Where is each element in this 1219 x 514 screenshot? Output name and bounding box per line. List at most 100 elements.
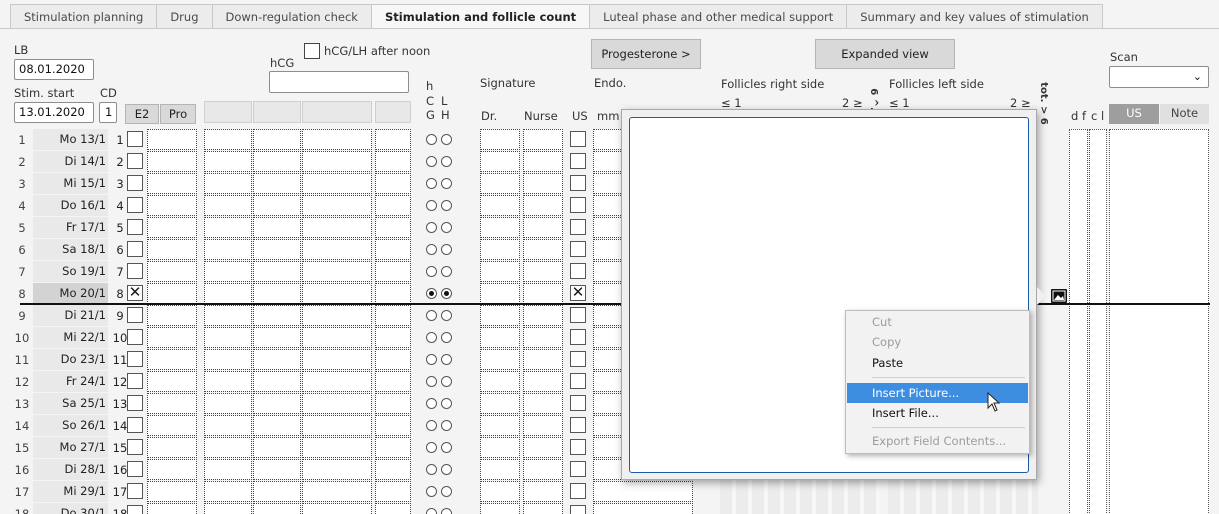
row-pro-cell[interactable] — [147, 481, 197, 502]
row-nurse-signature-cell[interactable] — [523, 415, 563, 436]
row-us-checkbox[interactable] — [570, 131, 586, 147]
row-e2-checkbox[interactable] — [127, 197, 143, 213]
row-drug-cell[interactable] — [375, 415, 411, 436]
row-drug-cell[interactable] — [253, 195, 301, 216]
row-drug-cell[interactable] — [375, 371, 411, 392]
row-nurse-signature-cell[interactable] — [523, 349, 563, 370]
row-pro-cell[interactable] — [147, 459, 197, 480]
row-drug-cell[interactable] — [302, 415, 372, 436]
row-us-checkbox[interactable] — [570, 417, 586, 433]
row-drug-cell[interactable] — [204, 503, 252, 514]
menu-item-paste[interactable]: Paste — [847, 353, 1028, 373]
row-dr-signature-cell[interactable] — [480, 173, 520, 194]
row-nurse-signature-cell[interactable] — [523, 261, 563, 282]
row-hcg-radio[interactable] — [426, 178, 437, 189]
row-drug-cell[interactable] — [375, 481, 411, 502]
row-e2-checkbox[interactable] — [127, 417, 143, 433]
row-drug-cell[interactable] — [375, 437, 411, 458]
row-drug-cell[interactable] — [253, 239, 301, 260]
row-drug-cell[interactable] — [375, 305, 411, 326]
row-drug-cell[interactable] — [302, 151, 372, 172]
row-dr-signature-cell[interactable] — [480, 261, 520, 282]
row-date[interactable]: Mo 13/1 — [33, 129, 108, 150]
row-hcg-radio[interactable] — [426, 288, 437, 299]
hcg-field[interactable] — [269, 71, 409, 93]
row-dr-signature-cell[interactable] — [480, 459, 520, 480]
row-drug-cell[interactable] — [302, 283, 372, 304]
row-drug-cell[interactable] — [204, 239, 252, 260]
row-us-checkbox[interactable] — [570, 175, 586, 191]
row-us-checkbox[interactable] — [570, 505, 586, 514]
row-date[interactable]: Mi 15/1 — [33, 173, 108, 194]
row-drug-cell[interactable] — [375, 349, 411, 370]
row-drug-cell[interactable] — [375, 239, 411, 260]
row-drug-cell[interactable] — [253, 327, 301, 348]
row-drug-cell[interactable] — [302, 305, 372, 326]
row-date[interactable]: Do 30/1 — [33, 503, 108, 514]
tab-drug[interactable]: Drug — [156, 4, 213, 29]
row-endo-mm-cell[interactable] — [593, 503, 693, 514]
row-dr-signature-cell[interactable] — [480, 217, 520, 238]
row-drug-cell[interactable] — [302, 371, 372, 392]
row-hcg-radio[interactable] — [426, 420, 437, 431]
row-date[interactable]: Fr 17/1 — [33, 217, 108, 238]
follicle-right-cells[interactable] — [720, 480, 880, 514]
row-drug-cell[interactable] — [204, 261, 252, 282]
row-dr-signature-cell[interactable] — [480, 151, 520, 172]
row-hcg-radio[interactable] — [426, 266, 437, 277]
row-date[interactable]: Mo 27/1 — [33, 437, 108, 458]
row-pro-cell[interactable] — [147, 415, 197, 436]
row-pro-cell[interactable] — [147, 129, 197, 150]
row-nurse-signature-cell[interactable] — [523, 195, 563, 216]
stim-start-field[interactable]: 13.01.2020 — [14, 102, 94, 123]
row-e2-checkbox[interactable] — [127, 131, 143, 147]
note-tab[interactable]: Note — [1160, 104, 1209, 124]
row-drug-cell[interactable] — [204, 327, 252, 348]
row-hcg-radio[interactable] — [426, 134, 437, 145]
row-drug-cell[interactable] — [204, 305, 252, 326]
row-dr-signature-cell[interactable] — [480, 195, 520, 216]
row-drug-cell[interactable] — [204, 481, 252, 502]
row-us-checkbox[interactable] — [570, 263, 586, 279]
row-drug-cell[interactable] — [253, 349, 301, 370]
row-dr-signature-cell[interactable] — [480, 415, 520, 436]
row-pro-cell[interactable] — [147, 371, 197, 392]
row-e2-checkbox[interactable] — [127, 153, 143, 169]
tab-down-regulation-check[interactable]: Down-regulation check — [211, 4, 372, 29]
row-date[interactable]: Do 23/1 — [33, 349, 108, 370]
row-drug-cell[interactable] — [204, 129, 252, 150]
df-column[interactable] — [1069, 129, 1088, 514]
row-drug-cell[interactable] — [302, 239, 372, 260]
row-pro-cell[interactable] — [147, 503, 197, 514]
row-dr-signature-cell[interactable] — [480, 129, 520, 150]
row-drug-cell[interactable] — [253, 129, 301, 150]
row-lh-radio[interactable] — [441, 266, 452, 277]
row-drug-cell[interactable] — [204, 437, 252, 458]
row-e2-checkbox[interactable] — [127, 395, 143, 411]
row-nurse-signature-cell[interactable] — [523, 173, 563, 194]
row-us-checkbox[interactable] — [570, 373, 586, 389]
row-drug-cell[interactable] — [375, 195, 411, 216]
row-pro-cell[interactable] — [147, 173, 197, 194]
row-drug-cell[interactable] — [302, 437, 372, 458]
row-dr-signature-cell[interactable] — [480, 371, 520, 392]
row-drug-cell[interactable] — [302, 217, 372, 238]
row-nurse-signature-cell[interactable] — [523, 437, 563, 458]
row-nurse-signature-cell[interactable] — [523, 459, 563, 480]
row-drug-cell[interactable] — [253, 415, 301, 436]
row-lh-radio[interactable] — [441, 288, 452, 299]
row-us-checkbox[interactable] — [570, 395, 586, 411]
row-lh-radio[interactable] — [441, 332, 452, 343]
row-drug-cell[interactable] — [375, 393, 411, 414]
row-drug-cell[interactable] — [253, 283, 301, 304]
picture-icon[interactable] — [1051, 289, 1067, 303]
row-nurse-signature-cell[interactable] — [523, 481, 563, 502]
row-hcg-radio[interactable] — [426, 398, 437, 409]
row-nurse-signature-cell[interactable] — [523, 305, 563, 326]
row-pro-cell[interactable] — [147, 349, 197, 370]
row-hcg-radio[interactable] — [426, 486, 437, 497]
row-lh-radio[interactable] — [441, 354, 452, 365]
scan-dropdown[interactable]: ⌄ — [1109, 66, 1209, 88]
row-lh-radio[interactable] — [441, 420, 452, 431]
tab-stimulation-planning[interactable]: Stimulation planning — [10, 4, 158, 29]
